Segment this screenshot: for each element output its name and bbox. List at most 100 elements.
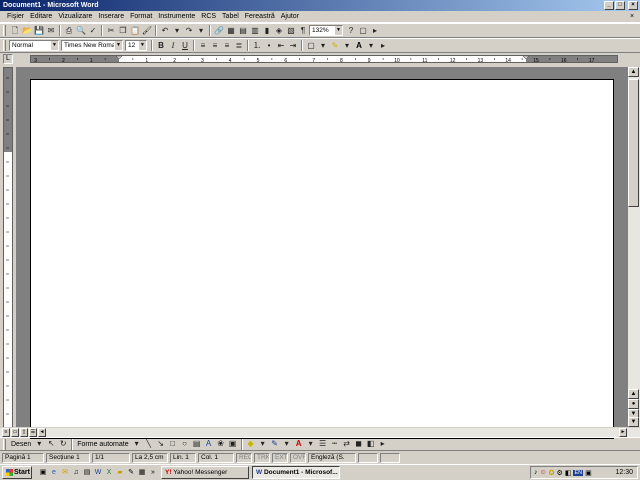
status-language[interactable]: Engleză (S. <box>308 453 356 463</box>
read-icon[interactable]: ▢ <box>357 25 369 37</box>
chevron-down-icon[interactable]: ▾ <box>281 438 293 450</box>
toolbar-grip[interactable] <box>3 25 6 36</box>
chevron-down-icon[interactable]: ▾ <box>131 438 143 450</box>
font-select[interactable]: Times New Roman ▼ <box>61 40 123 51</box>
status-ext[interactable]: EXT <box>272 453 288 463</box>
quicklaunch-media-icon[interactable]: ♫ <box>71 467 81 478</box>
horizontal-scrollbar[interactable]: ≡ ▭ ▯ ☰ ◄ ► <box>0 427 640 437</box>
dash-style-icon[interactable]: ┅ <box>329 438 341 450</box>
quicklaunch-word-icon[interactable]: W <box>93 467 103 478</box>
scroll-up-icon[interactable]: ▲ <box>628 67 639 77</box>
bold-button[interactable]: B <box>155 40 167 52</box>
chevron-down-icon[interactable]: ▾ <box>257 438 269 450</box>
quicklaunch-outlook-icon[interactable]: ✉ <box>60 467 70 478</box>
menu-file[interactable]: Fişier <box>4 11 27 23</box>
tray-volume-icon[interactable]: ◧ <box>565 469 572 477</box>
quicklaunch-folder-icon[interactable]: ▰ <box>115 467 125 478</box>
underline-button[interactable]: U <box>179 40 191 52</box>
arrow-icon[interactable]: ↘ <box>155 438 167 450</box>
web-view-icon[interactable]: ▭ <box>11 428 19 437</box>
status-spelling-icon[interactable] <box>358 453 378 463</box>
document-close-button[interactable]: × <box>627 12 637 21</box>
spelling-icon[interactable]: ✓ <box>87 25 99 37</box>
task-yahoo-messenger[interactable]: Y! Yahoo! Messenger <box>161 466 249 479</box>
next-page-icon[interactable]: ▼ <box>628 417 639 427</box>
tray-security-icon[interactable]: ⚙ <box>557 469 563 477</box>
normal-view-icon[interactable]: ≡ <box>2 428 10 437</box>
undo-dropdown-icon[interactable]: ▾ <box>171 25 183 37</box>
document-page[interactable] <box>30 79 614 439</box>
tray-yahoo-icon[interactable]: ☺ <box>540 469 547 476</box>
zoom-select[interactable]: 132% ▼ <box>309 25 343 36</box>
numbering-icon[interactable]: ⒈ <box>251 40 263 52</box>
redo-icon[interactable]: ↷ <box>183 25 195 37</box>
style-select[interactable]: Normal ▼ <box>9 40 59 51</box>
menu-format[interactable]: Format <box>127 11 155 23</box>
quicklaunch-excel-icon[interactable]: X <box>104 467 114 478</box>
toolbar-options-icon[interactable]: ▸ <box>369 25 381 37</box>
highlight-icon[interactable]: ✎ <box>329 40 341 52</box>
save-icon[interactable]: 💾 <box>33 25 45 37</box>
tray-language-indicator[interactable]: EN <box>573 469 584 476</box>
tray-clock[interactable]: 12:30 <box>615 469 637 476</box>
drawing-icon[interactable]: ◈ <box>273 25 285 37</box>
arrow-style-icon[interactable]: ⇄ <box>341 438 353 450</box>
quicklaunch-desktop-icon[interactable]: ▣ <box>38 467 48 478</box>
font-size-select[interactable]: 12 ▼ <box>125 40 147 51</box>
help-icon[interactable]: ? <box>345 25 357 37</box>
insert-picture-icon[interactable]: ▣ <box>227 438 239 450</box>
font-color-icon[interactable]: A <box>353 40 365 52</box>
rectangle-icon[interactable]: □ <box>167 438 179 450</box>
title-bar[interactable]: Document1 - Microsoft Word _ □ × <box>0 0 640 11</box>
copy-icon[interactable]: ❐ <box>117 25 129 37</box>
chevron-down-icon[interactable]: ▾ <box>33 438 45 450</box>
vertical-ruler[interactable] <box>3 67 13 428</box>
browse-object-icon[interactable]: ● <box>628 399 639 409</box>
free-rotate-icon[interactable]: ↻ <box>57 438 69 450</box>
chevron-down-icon[interactable]: ▼ <box>138 41 146 50</box>
print-icon[interactable]: ⎙ <box>63 25 75 37</box>
align-center-icon[interactable]: ≡ <box>209 40 221 52</box>
toolbar-options-icon[interactable]: ▸ <box>377 438 389 450</box>
tab-selector-icon[interactable]: L <box>3 54 13 64</box>
line-icon[interactable]: ╲ <box>143 438 155 450</box>
undo-icon[interactable]: ↶ <box>159 25 171 37</box>
maximize-button[interactable]: □ <box>615 1 625 10</box>
tray-monitor-icon[interactable]: ▣ <box>585 469 592 477</box>
hyperlink-icon[interactable]: 🔗 <box>213 25 225 37</box>
toolbar-grip[interactable] <box>3 438 6 450</box>
shadow-icon[interactable]: ◼ <box>353 438 365 450</box>
tray-network-icon[interactable]: ♪ <box>534 469 538 476</box>
menu-insert[interactable]: Inserare <box>95 11 127 23</box>
chevron-down-icon[interactable]: ▼ <box>334 26 342 35</box>
start-button[interactable]: Start <box>2 466 32 479</box>
align-left-icon[interactable]: ≡ <box>197 40 209 52</box>
chevron-down-icon[interactable]: ▼ <box>114 41 122 50</box>
draw-menu-button[interactable]: Desen <box>9 441 33 448</box>
insert-table-icon[interactable]: ▤ <box>237 25 249 37</box>
menu-table[interactable]: Tabel <box>219 11 242 23</box>
clip-art-icon[interactable]: ❀ <box>215 438 227 450</box>
menu-help[interactable]: Ajutor <box>278 11 302 23</box>
vertical-scrollbar[interactable]: ▲ ▲ ● ▼ ▼ <box>628 67 640 427</box>
format-painter-icon[interactable]: 🖌 <box>141 25 153 37</box>
text-box-icon[interactable]: ▤ <box>191 438 203 450</box>
quicklaunch-app-icon[interactable]: ▤ <box>82 467 92 478</box>
oval-icon[interactable]: ○ <box>179 438 191 450</box>
show-hide-icon[interactable]: ¶ <box>297 25 309 37</box>
menu-window[interactable]: Fereastră <box>242 11 278 23</box>
menu-rcs[interactable]: RCS <box>198 11 219 23</box>
print-preview-icon[interactable]: 🔍 <box>75 25 87 37</box>
horizontal-ruler[interactable]: 3 2 1 1 2 3 4 5 6 7 8 9 10 11 12 13 14 15 16 17 <box>30 55 618 64</box>
new-document-icon[interactable]: 🗋 <box>9 25 21 37</box>
scroll-thumb[interactable] <box>628 79 639 207</box>
font-color-icon[interactable]: A <box>293 438 305 450</box>
email-icon[interactable]: ✉ <box>45 25 57 37</box>
quicklaunch-tool-icon[interactable]: ✎ <box>126 467 136 478</box>
menu-view[interactable]: Vizualizare <box>55 11 95 23</box>
menu-tools[interactable]: Instrumente <box>155 11 198 23</box>
scroll-left-icon[interactable]: ◄ <box>38 428 46 437</box>
menu-edit[interactable]: Editare <box>27 11 55 23</box>
scroll-up-icon[interactable]: ▲ <box>628 389 639 399</box>
minimize-button[interactable]: _ <box>604 1 614 10</box>
